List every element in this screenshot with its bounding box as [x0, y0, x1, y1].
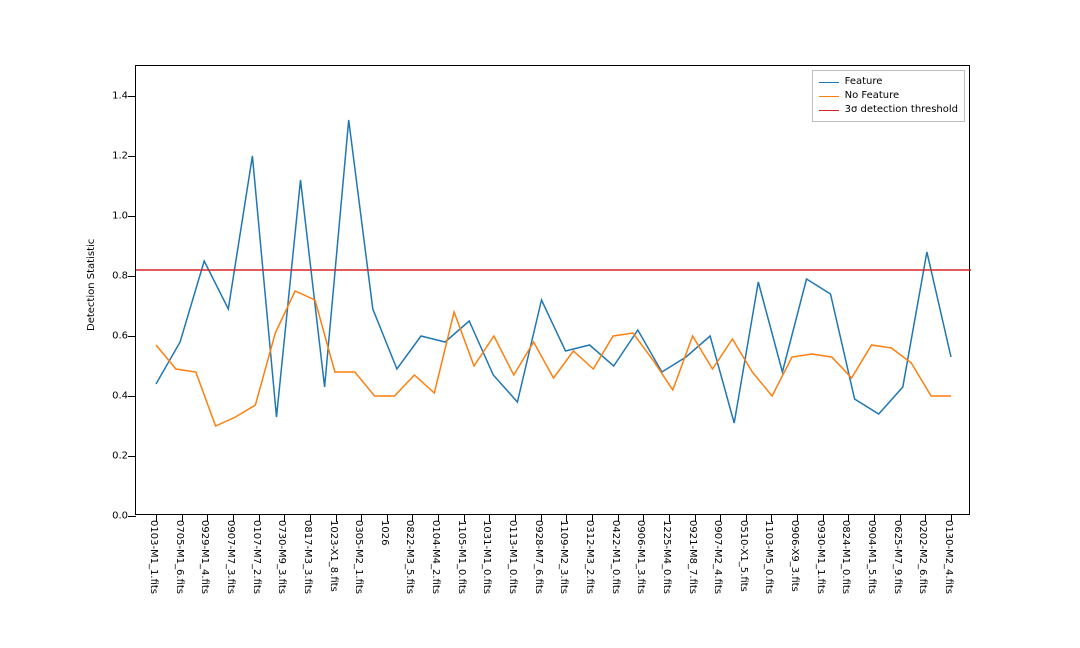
y-axis-label: Detection Statistic: [86, 239, 97, 331]
legend-label: 3σ detection threshold: [845, 103, 958, 117]
legend-label: Feature: [845, 75, 883, 89]
y-tick-label: 1.4: [112, 91, 136, 102]
figure: Detection Statistic Feature No Feature 3…: [0, 0, 1080, 648]
x-tick-label: 0730-M9_3.fits: [276, 520, 287, 594]
y-tick-label: 0.2: [112, 451, 136, 462]
x-tick-label: 0107-M7_2.fits: [251, 520, 262, 594]
y-tick-label: 0.4: [112, 391, 136, 402]
x-tick-label: 0907-M2_4.fits: [712, 520, 723, 594]
legend-swatch-no-feature: [819, 96, 839, 97]
x-tick-label: 1105-M1_0.fits: [456, 520, 467, 594]
x-tick-label: 1225-M4_0.fits: [661, 520, 672, 594]
x-tick-label: 0305-M2_1.fits: [353, 520, 364, 594]
legend-entry-threshold: 3σ detection threshold: [819, 103, 958, 117]
y-tick-label: 1.2: [112, 151, 136, 162]
x-tick-label: 0817-M3_3.fits: [302, 520, 313, 594]
y-tick-label: 0.8: [112, 271, 136, 282]
x-tick-label: 0929-M1_4.fits: [199, 520, 210, 594]
y-tick-label: 0.0: [112, 511, 136, 522]
legend-swatch-feature: [819, 82, 839, 83]
x-tick-label: 0921-M8_7.fits: [687, 520, 698, 594]
x-tick-label: 0202-M2_6.fits: [917, 520, 928, 594]
legend-swatch-threshold: [819, 110, 839, 111]
x-tick-label: 0104-M4_2.fits: [430, 520, 441, 594]
x-tick-label: 1031-M1_0.fits: [481, 520, 492, 594]
y-tick-label: 1.0: [112, 211, 136, 222]
x-tick-label: 0824-M1_0.fits: [840, 520, 851, 594]
x-tick-label: 1109-M2_3.fits: [558, 520, 569, 594]
x-tick-label: 0625-M7_9.fits: [892, 520, 903, 594]
x-tick-label: 0103-M1_1.fits: [148, 520, 159, 594]
plot-lines: [136, 66, 971, 516]
plot-axes: Detection Statistic Feature No Feature 3…: [135, 65, 970, 515]
x-tick-label: 0928-M7_6.fits: [533, 520, 544, 594]
x-tick-label: 1026: [379, 520, 390, 545]
x-tick-label: 1103-M5_0.fits: [763, 520, 774, 594]
x-tick-label: 0113-M1_0.fits: [507, 520, 518, 594]
x-tick-label: 1023-X1_8.fits: [328, 520, 339, 592]
x-tick-label: 0904-M1_5.fits: [866, 520, 877, 594]
legend-label: No Feature: [845, 89, 900, 103]
legend: Feature No Feature 3σ detection threshol…: [812, 70, 965, 122]
x-tick-label: 0705-M1_6.fits: [174, 520, 185, 594]
y-tick-label: 0.6: [112, 331, 136, 342]
x-tick-label: 0822-M3_5.fits: [404, 520, 415, 594]
x-tick-label: 0510-X1_5.fits: [738, 520, 749, 592]
x-tick-label: 0312-M3_2.fits: [584, 520, 595, 594]
x-tick-label: 0930-M1_1.fits: [815, 520, 826, 594]
legend-entry-feature: Feature: [819, 75, 958, 89]
x-tick-label: 0130-M2_4.fits: [943, 520, 954, 594]
x-tick-label: 0906-X9_3.fits: [789, 520, 800, 592]
x-tick-label: 0907-M7_3.fits: [225, 520, 236, 594]
legend-entry-no-feature: No Feature: [819, 89, 958, 103]
x-tick-label: 0906-M1_3.fits: [635, 520, 646, 594]
x-tick-label: 0422-M1_0.fits: [610, 520, 621, 594]
